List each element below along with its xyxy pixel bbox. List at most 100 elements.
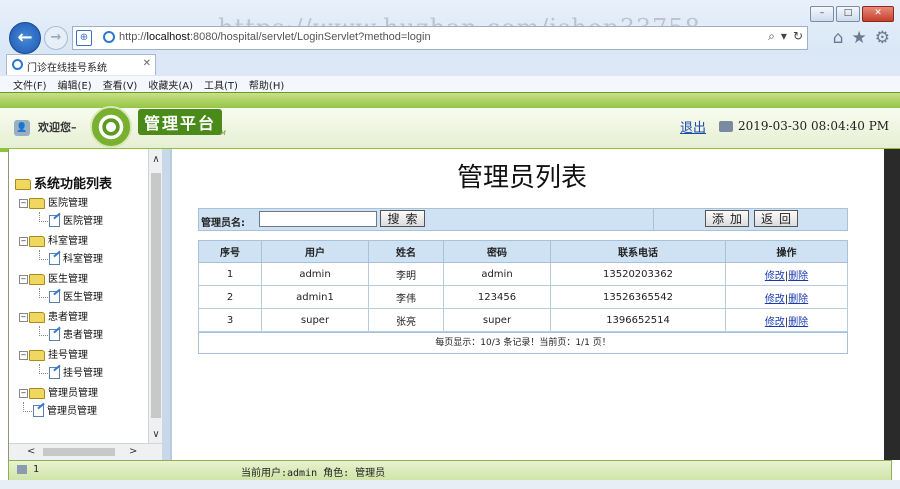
menu-help[interactable]: 帮助(H) bbox=[243, 76, 289, 92]
delete-link[interactable]: 删除 bbox=[788, 271, 808, 282]
browser-toolbar: https://www.huzhan.com/ishop33758 – □ ✕ … bbox=[0, 0, 900, 58]
address-tools: ⌕ ▾ ↻ bbox=[768, 29, 803, 44]
cell-user: admin bbox=[261, 262, 369, 286]
status-bar: 1 当前用户:admin 角色: 管理员 bbox=[8, 460, 892, 481]
menu-favorites[interactable]: 收藏夹(A) bbox=[142, 76, 198, 92]
scroll-thumb[interactable] bbox=[151, 173, 161, 418]
menu-edit[interactable]: 编辑(E) bbox=[52, 76, 97, 92]
window-bottom-edge bbox=[0, 480, 900, 489]
cell-user: super bbox=[261, 308, 369, 332]
tab-close-icon[interactable]: ✕ bbox=[143, 58, 151, 69]
edit-link[interactable]: 修改 bbox=[765, 317, 785, 328]
sidebar-horizontal-scrollbar[interactable]: < > bbox=[9, 443, 163, 460]
search-bar: 管理员名: 搜索 添加 返回 bbox=[198, 208, 848, 231]
cell-phone: 1396652514 bbox=[550, 308, 726, 332]
scroll-thumb[interactable] bbox=[43, 448, 115, 456]
back-button[interactable]: ← bbox=[9, 22, 41, 54]
scroll-down-icon[interactable]: ∨ bbox=[149, 428, 163, 442]
browser-tab[interactable]: 门诊在线挂号系统 ✕ bbox=[6, 54, 156, 75]
cell-no: 2 bbox=[198, 285, 262, 309]
refresh-icon[interactable]: ↻ bbox=[793, 29, 803, 44]
edit-page-icon bbox=[49, 215, 60, 227]
tree-leaf-registration[interactable]: 挂号管理 bbox=[39, 364, 103, 379]
browser-icons: ⌂ ★ ⚙ bbox=[833, 28, 890, 48]
compat-view-icon[interactable]: ⊕ bbox=[76, 30, 92, 46]
menu-bar: 文件(F) 编辑(E) 查看(V) 收藏夹(A) 工具(T) 帮助(H) bbox=[0, 76, 900, 92]
cell-phone: 13520203362 bbox=[550, 262, 726, 286]
tree-leaf-doctor[interactable]: 医生管理 bbox=[39, 288, 103, 303]
cell-user: admin1 bbox=[261, 285, 369, 309]
search-icon[interactable]: ⌕ bbox=[768, 29, 775, 44]
cell-actions: 修改|删除 bbox=[725, 262, 848, 286]
tree-node-patient[interactable]: − 患者管理 bbox=[19, 308, 88, 323]
add-button[interactable]: 添加 bbox=[705, 210, 749, 227]
edit-link[interactable]: 修改 bbox=[765, 271, 785, 282]
pagination-info: 每页显示：10/3 条记录！当前页：1/1 页！ bbox=[198, 332, 848, 354]
tree-node-doctor[interactable]: − 医生管理 bbox=[19, 270, 88, 285]
welcome-text: 欢迎您– bbox=[38, 121, 77, 134]
minimize-button[interactable]: – bbox=[810, 6, 834, 22]
logo-emblem bbox=[90, 106, 132, 148]
ie-page-icon bbox=[103, 31, 115, 43]
tree-leaf-admin[interactable]: 管理员管理 bbox=[23, 402, 97, 417]
computer-icon bbox=[17, 465, 27, 474]
admin-name-input[interactable] bbox=[259, 211, 377, 227]
current-datetime: 2019-03-30 08:04:40 PM bbox=[738, 119, 890, 133]
back-button-form[interactable]: 返回 bbox=[754, 210, 798, 227]
delete-link[interactable]: 删除 bbox=[788, 294, 808, 305]
menu-view[interactable]: 查看(V) bbox=[97, 76, 143, 92]
scroll-up-icon[interactable]: ∧ bbox=[149, 153, 163, 167]
search-button[interactable]: 搜索 bbox=[380, 210, 425, 227]
edit-page-icon bbox=[49, 253, 60, 265]
tree-leaf-patient[interactable]: 患者管理 bbox=[39, 326, 103, 341]
tree-leaf-department[interactable]: 科室管理 bbox=[39, 250, 103, 265]
sidebar: 系统功能列表 − 医院管理 医院管理 − 科室管理 科室管理 − 医生管理 医生管理 … bbox=[8, 149, 164, 460]
close-window-button[interactable]: ✕ bbox=[862, 6, 894, 22]
search-bar-divider bbox=[653, 209, 654, 230]
scroll-left-icon[interactable]: < bbox=[27, 444, 35, 460]
collapse-icon[interactable]: − bbox=[19, 388, 28, 398]
gear-icon[interactable]: ⚙ bbox=[875, 28, 890, 48]
cell-phone: 13526365542 bbox=[550, 285, 726, 309]
table-row: 3 super 张亮 super 1396652514 修改|删除 bbox=[198, 308, 848, 332]
delete-link[interactable]: 删除 bbox=[788, 317, 808, 328]
tree-root[interactable]: 系统功能列表 bbox=[15, 173, 112, 192]
cell-password: 123456 bbox=[443, 285, 551, 309]
menu-tools[interactable]: 工具(T) bbox=[198, 76, 243, 92]
tree-node-registration[interactable]: − 挂号管理 bbox=[19, 346, 88, 361]
collapse-icon[interactable]: − bbox=[19, 350, 28, 360]
home-icon[interactable]: ⌂ bbox=[833, 28, 844, 48]
forward-button[interactable]: → bbox=[44, 26, 68, 50]
cell-password: admin bbox=[443, 262, 551, 286]
favorites-star-icon[interactable]: ★ bbox=[852, 28, 867, 48]
folder-icon bbox=[29, 197, 45, 209]
dropdown-icon[interactable]: ▾ bbox=[781, 29, 787, 44]
address-bar[interactable]: ⊕ http://localhost:8080/hospital/servlet… bbox=[72, 26, 808, 50]
collapse-icon[interactable]: − bbox=[19, 274, 28, 284]
cell-no: 1 bbox=[198, 262, 262, 286]
maximize-button[interactable]: □ bbox=[836, 6, 860, 22]
folder-icon bbox=[29, 387, 45, 399]
collapse-icon[interactable]: − bbox=[19, 312, 28, 322]
tree-node-admin[interactable]: − 管理员管理 bbox=[19, 384, 98, 399]
col-phone: 联系电话 bbox=[550, 240, 726, 263]
tree-node-department[interactable]: − 科室管理 bbox=[19, 232, 88, 247]
collapse-icon[interactable]: − bbox=[19, 198, 28, 208]
right-frame-edge bbox=[884, 149, 900, 460]
admin-table: 序号 用户 姓名 密码 联系电话 操作 1 admin 李明 admin 135… bbox=[198, 240, 848, 332]
scroll-right-icon[interactable]: > bbox=[129, 444, 137, 460]
sidebar-vertical-scrollbar[interactable]: ∧ ∨ bbox=[148, 149, 163, 444]
edit-page-icon bbox=[49, 291, 60, 303]
folder-icon bbox=[29, 349, 45, 361]
folder-icon bbox=[15, 179, 31, 190]
frame-divider[interactable] bbox=[162, 149, 170, 460]
menu-file[interactable]: 文件(F) bbox=[0, 76, 52, 92]
tree-node-hospital[interactable]: − 医院管理 bbox=[19, 194, 88, 209]
table-row: 1 admin 李明 admin 13520203362 修改|删除 bbox=[198, 262, 848, 286]
collapse-icon[interactable]: − bbox=[19, 236, 28, 246]
url-host: localhost bbox=[146, 31, 190, 43]
edit-link[interactable]: 修改 bbox=[765, 294, 785, 305]
logout-link[interactable]: 退出 bbox=[680, 117, 706, 136]
tab-title: 门诊在线挂号系统 bbox=[27, 63, 107, 74]
tree-leaf-hospital[interactable]: 医院管理 bbox=[39, 212, 103, 227]
